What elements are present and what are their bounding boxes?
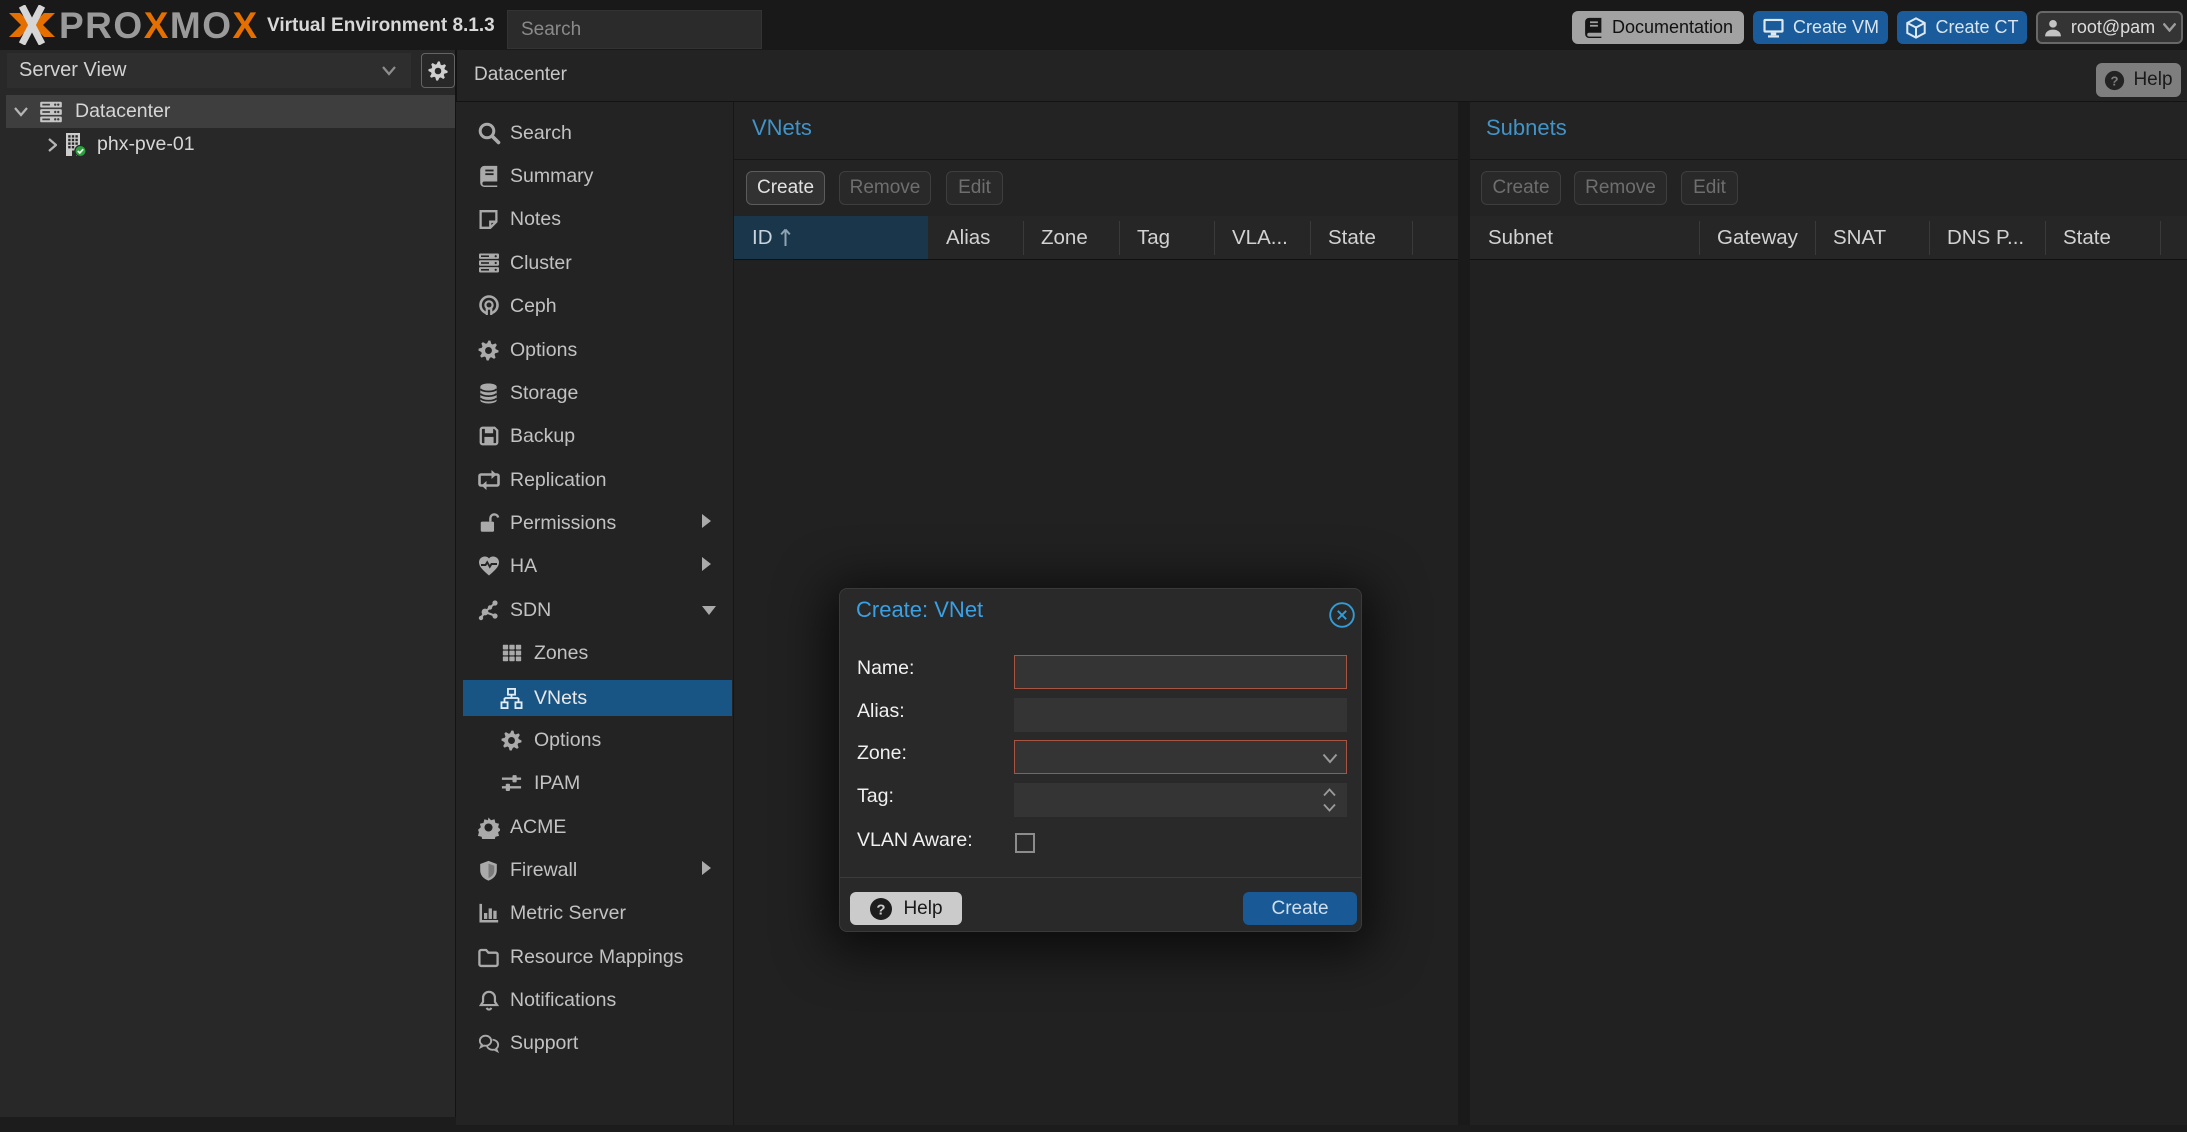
svg-text:?: ? <box>2111 73 2119 88</box>
svg-text:?: ? <box>877 901 886 918</box>
